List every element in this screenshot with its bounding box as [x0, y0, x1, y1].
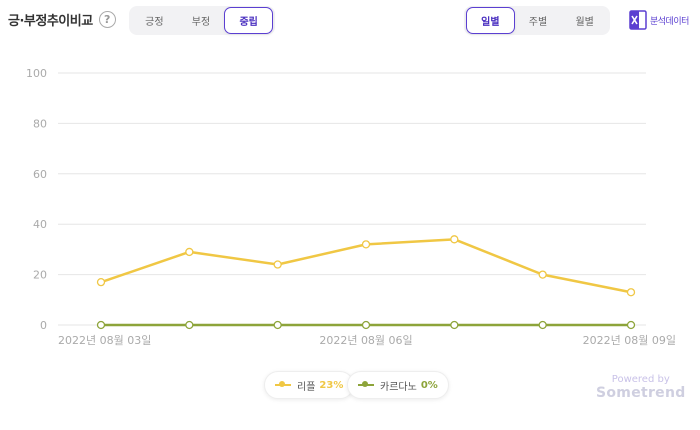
- data-point: [450, 235, 459, 244]
- y-axis-ticks: 0 20 40 60 80 100: [26, 67, 47, 332]
- series-lines: [100, 238, 632, 327]
- x-tick-label: 2022년 08월 03일: [58, 333, 151, 347]
- data-point: [538, 320, 547, 330]
- y-tick-label: 80: [33, 117, 47, 130]
- legend-series2-name: 카르다노: [380, 381, 417, 393]
- y-tick-label: 40: [33, 218, 47, 231]
- data-point: [273, 320, 282, 330]
- data-point: [538, 270, 547, 279]
- x-tick-label: 2022년 08월 06일: [319, 333, 412, 347]
- data-point: [96, 320, 106, 330]
- data-point: [361, 320, 371, 330]
- y-tick-label: 100: [26, 67, 47, 80]
- powered-by-text: Powered by: [611, 374, 670, 385]
- legend-item-series2[interactable]: 카르다노 0%: [347, 371, 449, 399]
- y-tick-label: 60: [33, 168, 47, 181]
- x-tick-label: 2022년 08월 09일: [583, 333, 676, 347]
- brand-name: Sometrend: [596, 385, 686, 401]
- legend-series1-name: 리플: [297, 381, 316, 393]
- series-points: [96, 235, 636, 330]
- x-axis-ticks: 2022년 08월 03일 2022년 08월 06일 2022년 08월 09일: [58, 333, 676, 347]
- legend-series2-percent: 0%: [420, 379, 438, 391]
- legend-series1-percent: 23%: [319, 379, 344, 391]
- data-point: [273, 260, 282, 269]
- data-point: [185, 320, 194, 330]
- data-point: [185, 247, 194, 257]
- legend-item-series1[interactable]: 리플 23%: [264, 371, 355, 399]
- data-point: [450, 320, 459, 330]
- sentiment-trend-card: 긍·부정추이비교 ? 긍정 부정 중립 일별 주별 월별 분석데이터 0 20 40…: [0, 0, 700, 430]
- y-tick-label: 20: [33, 269, 47, 282]
- data-point: [96, 278, 106, 287]
- y-tick-label: 0: [40, 319, 47, 332]
- legend-swatch-series1: [275, 381, 291, 389]
- data-point: [626, 288, 636, 297]
- powered-by-logo: Powered by Sometrend: [596, 374, 686, 401]
- data-point: [626, 320, 636, 330]
- data-point: [361, 240, 371, 249]
- legend-swatch-series2: [358, 381, 374, 389]
- chart-grid: [58, 72, 646, 326]
- line-chart: 020406080100 2022년 08월 03일 2022년 08월 06일 2…: [26, 67, 676, 347]
